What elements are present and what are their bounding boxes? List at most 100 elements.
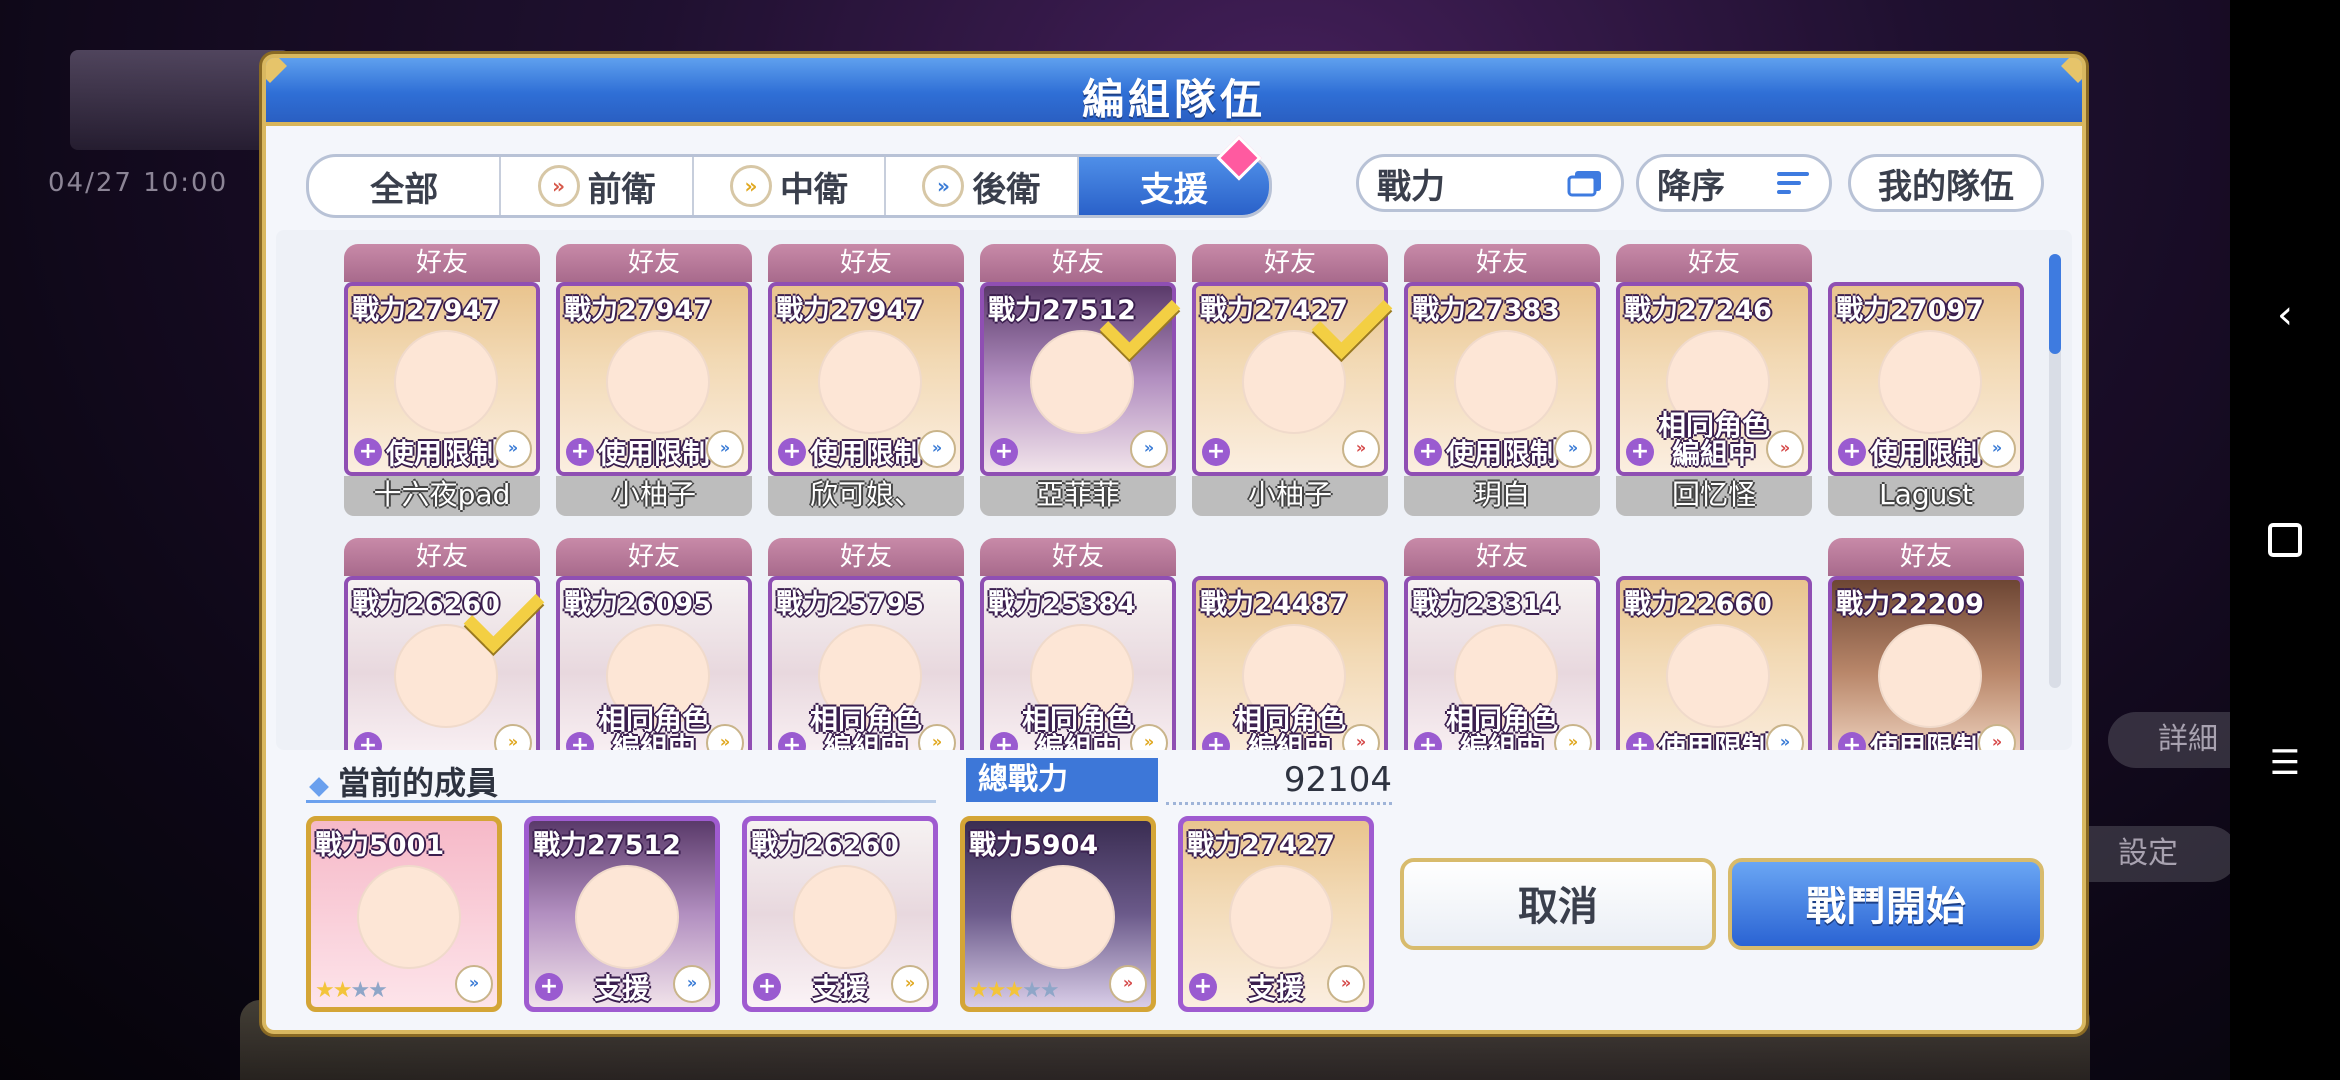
sort-order-label: 降序 <box>1657 166 1725 207</box>
dialog-header: 編組隊伍 <box>266 58 2082 126</box>
character-portrait: 戰力25795 相同角色 編組中 +» <box>768 576 964 750</box>
my-team-button[interactable]: 我的隊伍 <box>1848 154 2044 212</box>
character-card[interactable]: 好友 戰力25384 相同角色 編組中 +» <box>980 538 1176 750</box>
character-card[interactable]: 好友 戰力22209 使用限制 +» <box>1828 538 2024 750</box>
tab-role-0[interactable]: 全部 <box>309 157 502 215</box>
rank-plus-icon: + <box>990 438 1018 466</box>
tab-label: 前衛 <box>587 169 656 210</box>
character-portrait: 戰力27947 使用限制 +» <box>556 282 752 476</box>
player-name: 十六夜pad <box>344 476 540 516</box>
role-position-icon: » <box>494 724 532 750</box>
total-power-value: 92104 <box>1166 758 1392 805</box>
card-power: 戰力26095 <box>564 589 712 620</box>
character-face <box>575 865 679 969</box>
star-rating-icon: ★★★★★ <box>969 978 1060 1003</box>
diamond-icon <box>309 777 329 797</box>
role-position-icon: » <box>494 430 532 468</box>
role-position-icon: » <box>1978 724 2016 750</box>
role-position-icon: » <box>918 430 956 468</box>
tab-role-2[interactable]: » 中衛 <box>694 157 887 215</box>
friend-badge: 好友 <box>980 244 1176 282</box>
team-member-slot[interactable]: 戰力26260 + 支援» <box>742 816 938 1012</box>
home-nav-icon[interactable] <box>2250 505 2320 575</box>
role-position-icon: » <box>455 965 493 1003</box>
character-card[interactable]: 戰力27097 使用限制 +» Lagust <box>1828 244 2024 516</box>
card-power: 戰力23314 <box>1412 589 1560 620</box>
character-portrait: 戰力24487 相同角色 編組中 +» <box>1192 576 1388 750</box>
character-face <box>1878 624 1982 728</box>
back-nav-icon[interactable]: ‹ <box>2250 280 2320 350</box>
character-face <box>1666 624 1770 728</box>
character-card[interactable]: 好友 戰力27383 使用限制 +» 玥白 <box>1404 244 1600 516</box>
friend-badge: 好友 <box>768 244 964 282</box>
card-power: 戰力22209 <box>1836 589 1984 620</box>
character-card[interactable]: 戰力22660 使用限制 +» <box>1616 538 1812 750</box>
character-card[interactable]: 好友 戰力27947 使用限制 +» 小柚子 <box>556 244 752 516</box>
character-portrait: 戰力22660 使用限制 +» <box>1616 576 1812 750</box>
sort-power-button[interactable]: 戰力 <box>1356 154 1624 212</box>
player-name: 欣可娘、 <box>768 476 964 516</box>
dialog-title: 編組隊伍 <box>1081 75 1266 124</box>
character-face <box>1878 330 1982 434</box>
player-name: 回忆怪 <box>1616 476 1812 516</box>
character-card[interactable]: 好友 戰力27947 使用限制 +» 十六夜pad <box>344 244 540 516</box>
member-power: 戰力27512 <box>533 830 681 861</box>
character-card[interactable]: 好友 戰力27947 使用限制 +» 欣可娘、 <box>768 244 964 516</box>
friend-badge: 好友 <box>1192 244 1388 282</box>
rank-plus-icon: + <box>778 438 806 466</box>
player-name: 小柚子 <box>556 476 752 516</box>
member-power: 戰力5001 <box>315 830 445 861</box>
character-card[interactable]: 好友 戰力26260 +» <box>344 538 545 750</box>
member-power: 戰力26260 <box>751 830 899 861</box>
role-filter-tabs: 全部» 前衛» 中衛» 後衛 支援 <box>306 154 1272 218</box>
friend-badge: 好友 <box>1404 538 1600 576</box>
android-nav-bar: ‹ ☰ <box>2230 0 2340 1080</box>
card-power: 戰力24487 <box>1200 589 1348 620</box>
character-face <box>606 330 710 434</box>
recents-nav-icon[interactable]: ☰ <box>2250 728 2320 798</box>
members-title-underline <box>306 800 936 803</box>
player-name: 玥白 <box>1404 476 1600 516</box>
role-position-icon: » <box>673 965 711 1003</box>
toggle-view-icon <box>1567 171 1601 197</box>
role-position-icon: » <box>1130 430 1168 468</box>
character-portrait: 戰力27947 使用限制 +» <box>768 282 964 476</box>
team-member-slot[interactable]: 戰力27512 + 支援» <box>524 816 720 1012</box>
role-position-icon: » <box>1327 965 1365 1003</box>
grid-scrollbar-thumb[interactable] <box>2049 254 2061 354</box>
grid-scrollbar[interactable] <box>2049 254 2061 688</box>
team-member-slot[interactable]: 戰力5904 ★★★★★ » <box>960 816 1156 1012</box>
member-power: 戰力5904 <box>969 830 1099 861</box>
star-rating-icon: ★★★★ <box>315 978 388 1003</box>
character-card[interactable]: 好友 戰力23314 相同角色 編組中 +» <box>1404 538 1600 750</box>
front-role-icon: » <box>537 165 580 207</box>
team-member-slot[interactable]: 戰力27427 + 支援» <box>1178 816 1374 1012</box>
character-face <box>1229 865 1333 969</box>
cancel-button[interactable]: 取消 <box>1400 858 1716 950</box>
battle-start-button[interactable]: 戰鬥開始 <box>1728 858 2044 950</box>
rank-plus-icon: + <box>1414 438 1442 466</box>
character-portrait: 戰力26095 相同角色 編組中 +» <box>556 576 752 750</box>
character-card[interactable]: 好友 戰力27427 +» 小柚子 <box>1192 244 1393 516</box>
character-portrait: 戰力23314 相同角色 編組中 +» <box>1404 576 1600 750</box>
sort-order-button[interactable]: 降序 <box>1636 154 1832 212</box>
character-face <box>1454 330 1558 434</box>
friend-badge: 好友 <box>344 538 540 576</box>
character-card[interactable]: 好友 戰力25795 相同角色 編組中 +» <box>768 538 964 750</box>
tab-role-3[interactable]: » 後衛 <box>886 157 1079 215</box>
rank-plus-icon: + <box>1202 438 1230 466</box>
friend-badge: 好友 <box>980 538 1176 576</box>
rank-plus-icon: + <box>566 438 594 466</box>
card-power: 戰力25795 <box>776 589 924 620</box>
tab-role-1[interactable]: » 前衛 <box>501 157 694 215</box>
card-power: 戰力22660 <box>1624 589 1772 620</box>
friend-badge: 好友 <box>1828 538 2024 576</box>
team-member-slot[interactable]: 戰力5001 ★★★★ » <box>306 816 502 1012</box>
character-card[interactable]: 戰力24487 相同角色 編組中 +» <box>1192 538 1388 750</box>
character-card[interactable]: 好友 戰力26095 相同角色 編組中 +» <box>556 538 752 750</box>
character-card[interactable]: 好友 戰力27246 相同角色 編組中 +» 回忆怪 <box>1616 244 1812 516</box>
character-face <box>793 865 897 969</box>
character-card[interactable]: 好友 戰力27512 +» 亞菲菲 <box>980 244 1181 516</box>
rank-plus-icon: + <box>1838 438 1866 466</box>
character-face <box>357 865 461 969</box>
